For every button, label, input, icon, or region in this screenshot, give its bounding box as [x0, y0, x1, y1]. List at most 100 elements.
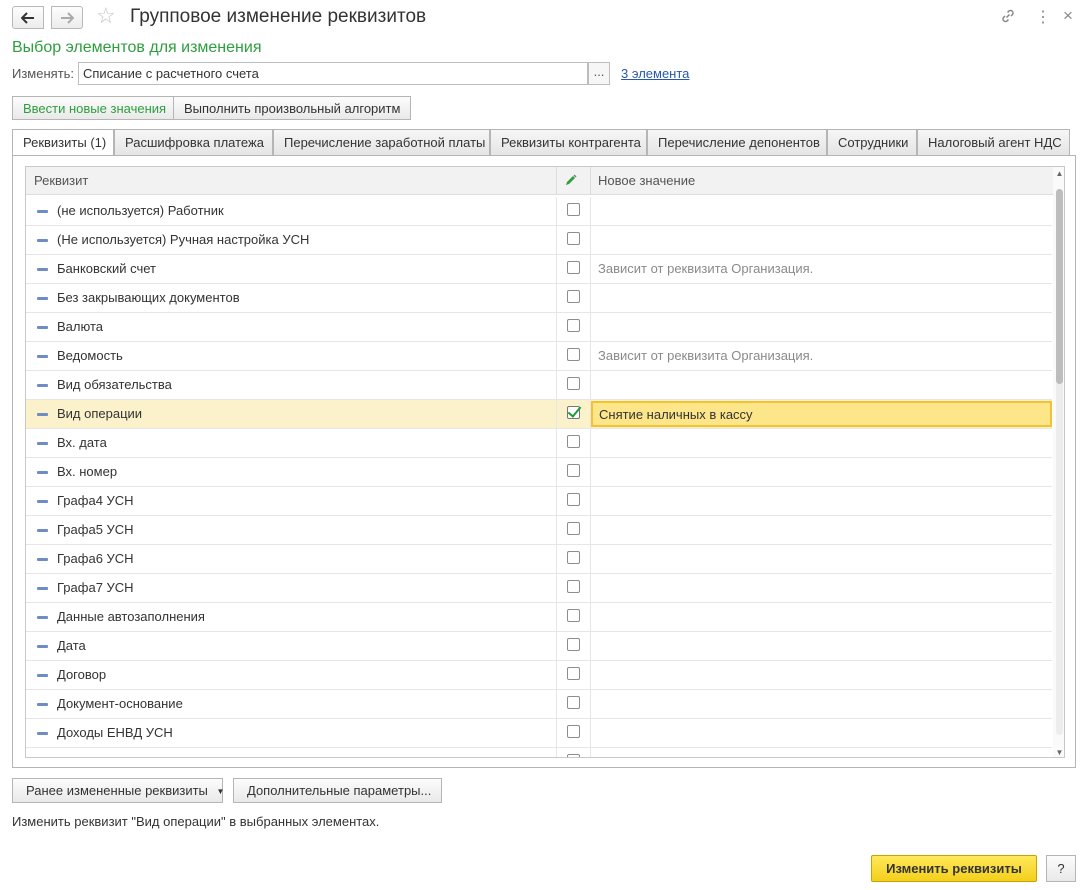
tab-vat-agent[interactable]: Налоговый агент НДС	[917, 129, 1070, 156]
cell-divider	[590, 371, 591, 400]
cell-divider	[590, 574, 591, 603]
column-divider	[590, 167, 591, 195]
elements-count-link[interactable]: 3 элемента	[621, 66, 689, 81]
table-row[interactable]: Графа7 УСН	[26, 574, 1052, 603]
tab-requisites[interactable]: Реквизиты (1)	[12, 129, 114, 157]
attribute-icon	[37, 616, 48, 619]
table-row[interactable]: Графа4 УСН	[26, 487, 1052, 516]
table-row[interactable]: Графа5 УСН	[26, 516, 1052, 545]
cell-divider	[590, 603, 591, 632]
cell-divider	[556, 197, 557, 226]
select-button[interactable]: ...	[588, 62, 610, 85]
attribute-name: Вид обязательства	[57, 377, 172, 392]
previous-changes-button[interactable]: Ранее измененные реквизиты ▼	[12, 778, 224, 803]
attribute-name: Договор	[57, 667, 107, 682]
table-row[interactable]: Вх. дата	[26, 429, 1052, 458]
table-row[interactable]: Документ-основание	[26, 690, 1052, 719]
table-row[interactable]: Вх. номер	[26, 458, 1052, 487]
table-row[interactable]	[26, 748, 1052, 757]
table-row[interactable]: Данные автозаполнения	[26, 603, 1052, 632]
more-vertical-icon[interactable]: ⋮	[1035, 7, 1051, 27]
table-row[interactable]: Вид операции Снятие наличных в кассу	[26, 400, 1052, 429]
change-checkbox[interactable]	[567, 290, 580, 303]
scroll-thumb[interactable]	[1056, 189, 1063, 384]
change-checkbox[interactable]	[567, 696, 580, 709]
change-checkbox[interactable]	[567, 435, 580, 448]
cell-divider	[556, 632, 557, 661]
back-button[interactable]	[12, 6, 44, 29]
change-checkbox[interactable]	[567, 348, 580, 361]
change-checkbox[interactable]	[567, 638, 580, 651]
change-checkbox[interactable]	[567, 667, 580, 680]
table-row[interactable]: Договор	[26, 661, 1052, 690]
attribute-icon	[37, 326, 48, 329]
column-header-new-value[interactable]: Новое значение	[598, 167, 695, 195]
table-row[interactable]: Банковский счет Зависит от реквизита Орга…	[26, 255, 1052, 284]
help-button[interactable]: ?	[1046, 855, 1076, 882]
cell-divider	[590, 284, 591, 313]
arrow-right-icon	[61, 11, 74, 24]
vertical-scrollbar[interactable]: ▲ ▼	[1053, 167, 1064, 757]
cell-divider	[590, 748, 591, 757]
tab-depositors[interactable]: Перечисление депонентов	[647, 129, 827, 156]
column-header-attribute[interactable]: Реквизит	[34, 167, 88, 195]
change-checkbox[interactable]	[567, 377, 580, 390]
link-icon[interactable]	[1000, 8, 1016, 28]
cell-divider	[556, 748, 557, 757]
cell-divider	[590, 429, 591, 458]
change-checkbox[interactable]	[567, 232, 580, 245]
cell-divider	[556, 371, 557, 400]
attribute-name: Вид операции	[57, 406, 143, 421]
algorithm-button[interactable]: Выполнить произвольный алгоритм	[173, 96, 412, 120]
change-checkbox[interactable]	[567, 406, 580, 419]
change-checkbox[interactable]	[567, 493, 580, 506]
table-row[interactable]: Графа6 УСН	[26, 545, 1052, 574]
change-checkbox[interactable]	[567, 203, 580, 216]
cell-divider	[556, 545, 557, 574]
change-checkbox[interactable]	[567, 261, 580, 274]
table-row[interactable]: Валюта	[26, 313, 1052, 342]
change-checkbox[interactable]	[567, 754, 580, 757]
change-checkbox[interactable]	[567, 319, 580, 332]
table-row[interactable]: Ведомость Зависит от реквизита Организаци…	[26, 342, 1052, 371]
change-checkbox[interactable]	[567, 725, 580, 738]
change-checkbox[interactable]	[567, 522, 580, 535]
attribute-name: Графа6 УСН	[57, 551, 134, 566]
attribute-icon	[37, 645, 48, 648]
table-row[interactable]: (не используется) Работник	[26, 197, 1052, 226]
tab-salary-transfer[interactable]: Перечисление заработной платы	[273, 129, 490, 156]
table-row[interactable]: Дата	[26, 632, 1052, 661]
attribute-icon	[37, 268, 48, 271]
change-checkbox[interactable]	[567, 580, 580, 593]
new-value-hint: Зависит от реквизита Организация.	[598, 261, 814, 276]
change-attributes-button[interactable]: Изменить реквизиты	[871, 855, 1037, 882]
attribute-icon	[37, 587, 48, 590]
cell-divider	[556, 429, 557, 458]
change-checkbox[interactable]	[567, 464, 580, 477]
scroll-down-icon[interactable]: ▼	[1053, 748, 1064, 757]
table-row[interactable]: (Не используется) Ручная настройка УСН	[26, 226, 1052, 255]
tab-counterparty[interactable]: Реквизиты контрагента	[490, 129, 647, 156]
cell-divider	[556, 284, 557, 313]
new-value-input[interactable]: Снятие наличных в кассу	[591, 401, 1052, 427]
scroll-up-icon[interactable]: ▲	[1053, 169, 1064, 178]
table-row[interactable]: Без закрывающих документов	[26, 284, 1052, 313]
new-values-button[interactable]: Ввести новые значения	[12, 96, 178, 120]
change-checkbox[interactable]	[567, 551, 580, 564]
attribute-name: Дата	[57, 638, 86, 653]
table-row[interactable]: Вид обязательства	[26, 371, 1052, 400]
tab-payment-breakdown[interactable]: Расшифровка платежа	[114, 129, 273, 156]
change-checkbox[interactable]	[567, 609, 580, 622]
additional-parameters-button[interactable]: Дополнительные параметры...	[233, 778, 442, 803]
attributes-table: Реквизит Новое значение (не используется…	[25, 166, 1065, 758]
document-type-field[interactable]: Списание с расчетного счета	[78, 62, 588, 85]
attribute-name: Вх. дата	[57, 435, 107, 450]
close-icon[interactable]: ×	[1063, 6, 1073, 26]
star-icon[interactable]: ☆	[96, 4, 116, 28]
tab-employees[interactable]: Сотрудники	[827, 129, 917, 156]
table-row[interactable]: Доходы ЕНВД УСН	[26, 719, 1052, 748]
forward-button[interactable]	[51, 6, 83, 29]
cell-divider	[556, 487, 557, 516]
arrow-left-icon	[21, 11, 34, 24]
cell-divider	[590, 719, 591, 748]
